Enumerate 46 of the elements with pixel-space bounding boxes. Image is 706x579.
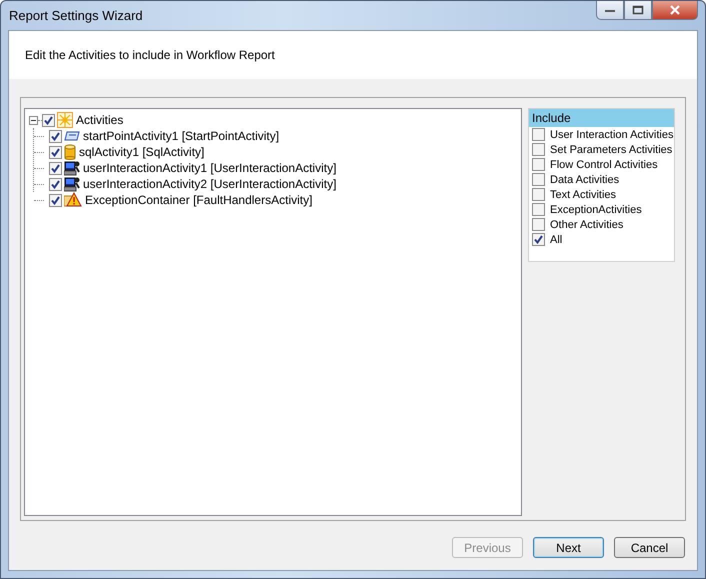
maximize-button[interactable]	[624, 1, 652, 20]
computer-icon	[64, 160, 80, 176]
header-text: Edit the Activities to include in Workflow Report	[25, 48, 275, 62]
checkbox[interactable]	[49, 146, 62, 158]
maximize-icon	[632, 5, 644, 15]
checkbox[interactable]	[532, 203, 545, 216]
warning-icon	[64, 192, 82, 208]
checkbox[interactable]	[532, 128, 545, 141]
computer-icon	[64, 176, 80, 192]
dialog-button[interactable]: Cancel	[614, 537, 685, 558]
list-item[interactable]: ExceptionActivities	[550, 204, 642, 216]
checkbox[interactable]	[49, 162, 62, 174]
tree-item[interactable]: startPointActivity1 [StartPointActivity]	[83, 129, 280, 143]
checkbox[interactable]	[532, 173, 545, 186]
list-item[interactable]: Text Activities	[550, 188, 616, 200]
checkbox[interactable]	[42, 114, 55, 126]
checkbox[interactable]	[532, 188, 545, 201]
minimize-button[interactable]	[596, 1, 624, 20]
tree-item[interactable]: Activities	[76, 113, 124, 127]
tree-item[interactable]: userInteractionActivity1 [UserInteractionActivity]	[83, 161, 336, 175]
list-item[interactable]: Flow Control Activities	[550, 158, 658, 170]
list-item[interactable]: Other Activities	[550, 218, 624, 230]
window-title: Report Settings Wizard	[8, 7, 143, 23]
sun-icon	[57, 112, 73, 128]
tree-item[interactable]: sqlActivity1 [SqlActivity]	[79, 145, 204, 159]
checkbox[interactable]	[49, 130, 62, 142]
form-icon	[64, 130, 80, 142]
list-header: Include	[529, 109, 674, 127]
close-icon	[669, 5, 681, 15]
checkbox[interactable]	[49, 178, 62, 190]
tree-item[interactable]: userInteractionActivity2 [UserInteractionActivity]	[83, 177, 336, 191]
database-icon	[64, 144, 76, 160]
dialog-button[interactable]: Next	[533, 537, 604, 558]
minimize-icon	[604, 7, 616, 13]
close-button[interactable]	[652, 1, 698, 20]
checkbox[interactable]	[532, 143, 545, 156]
checkbox[interactable]	[532, 158, 545, 171]
checkbox[interactable]	[532, 218, 545, 231]
list-item[interactable]: Data Activities	[550, 174, 620, 186]
list-item[interactable]: Set Parameters Activities	[550, 144, 672, 156]
tree-item[interactable]: ExceptionContainer [FaultHandlersActivity]	[85, 193, 312, 207]
checkbox[interactable]	[532, 233, 545, 246]
list-item[interactable]: User Interaction Activities	[550, 128, 674, 140]
checkbox[interactable]	[49, 194, 62, 206]
collapse-icon[interactable]	[29, 116, 38, 124]
list-item[interactable]: All	[550, 234, 562, 246]
